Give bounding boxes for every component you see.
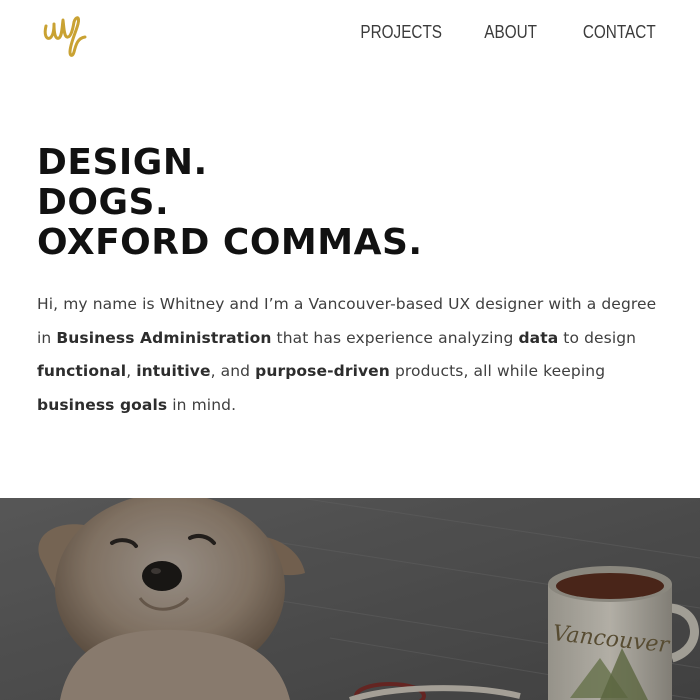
nav-contact[interactable]: CONTACT bbox=[583, 20, 656, 44]
intro-text: , bbox=[126, 362, 137, 380]
intro-text: in mind. bbox=[167, 395, 237, 414]
intro-text: , and bbox=[210, 362, 256, 380]
headline-line-2: DOGS. bbox=[37, 182, 170, 223]
dog-and-mug-photo: Vancouver bbox=[0, 498, 700, 700]
intro-text: products, all while keeping bbox=[389, 362, 606, 380]
hero-photo: Vancouver bbox=[0, 498, 700, 700]
nav-projects[interactable]: PROJECTS bbox=[361, 20, 443, 44]
intro-bold-text: Business Administration bbox=[56, 328, 272, 347]
hero-headline: DESIGN. DOGS. OXFORD COMMAS. bbox=[37, 143, 677, 263]
intro-text: to design bbox=[558, 328, 637, 347]
headline-line-3: OXFORD COMMAS. bbox=[37, 222, 423, 263]
site-header: PROJECTS ABOUT CONTACT bbox=[0, 0, 700, 70]
headline-line-1: DESIGN. bbox=[37, 142, 208, 183]
intro-bold-text: data bbox=[518, 328, 559, 347]
intro-bold-text: purpose-driven bbox=[255, 362, 390, 380]
intro-bold-text: business goals bbox=[37, 395, 168, 414]
nav-about[interactable]: ABOUT bbox=[485, 20, 538, 44]
logo[interactable] bbox=[40, 10, 92, 60]
intro-text: that has experience analyzing bbox=[271, 328, 519, 347]
intro-bold-text: intuitive bbox=[136, 362, 211, 380]
hero: DESIGN. DOGS. OXFORD COMMAS. bbox=[37, 143, 677, 263]
logo-signature-icon bbox=[43, 16, 87, 57]
intro-paragraph: Hi, my name is Whitney and I’m a Vancouv… bbox=[37, 288, 667, 422]
main-nav: PROJECTS ABOUT CONTACT bbox=[346, 20, 656, 44]
intro-bold-text: functional bbox=[37, 362, 127, 380]
